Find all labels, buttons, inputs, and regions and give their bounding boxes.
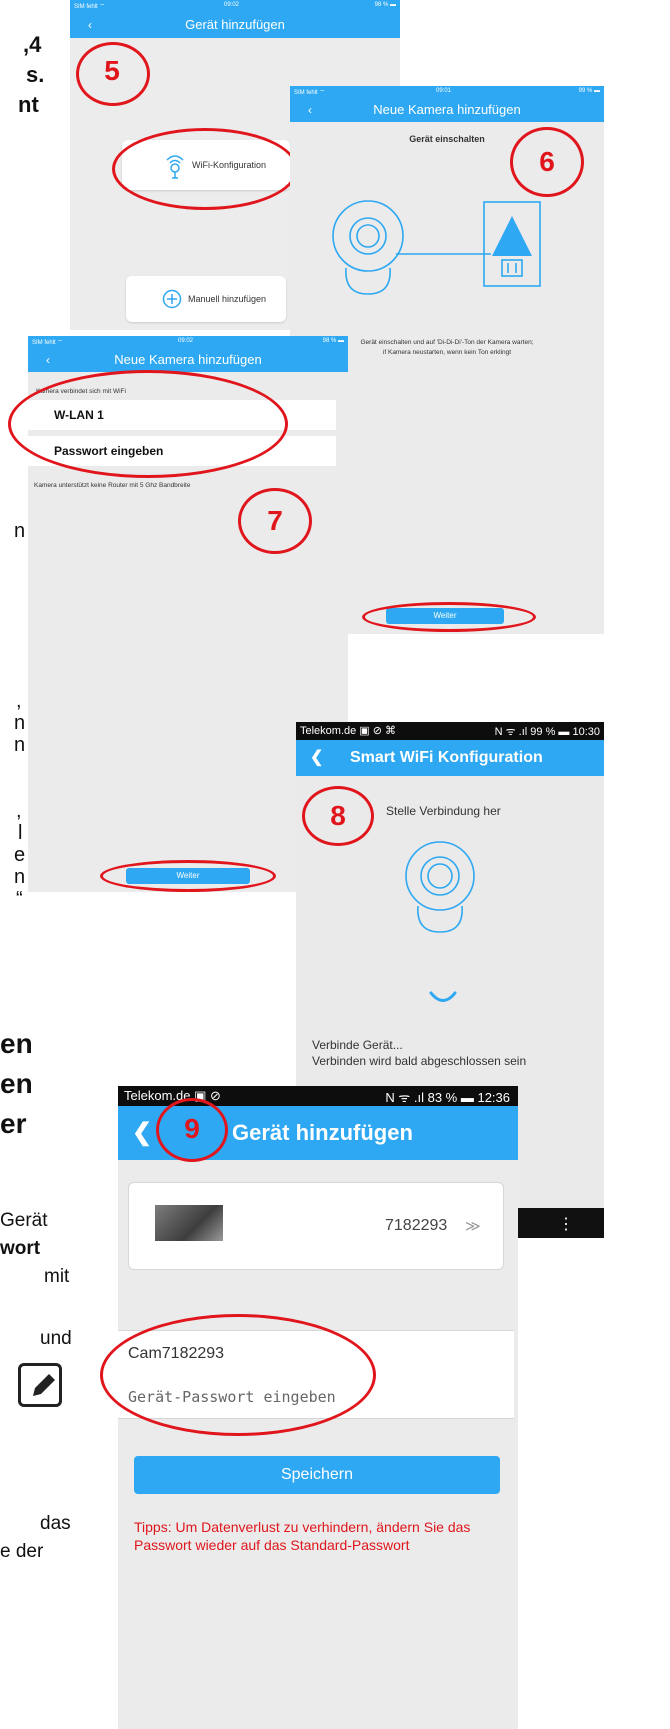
bg-text-fragment: nt	[18, 92, 39, 117]
camera-power-illustration	[332, 200, 541, 295]
status-bar: SIM fehlt ⌔ 09:02 98 % ▬	[70, 0, 400, 12]
password-placeholder: Passwort eingeben	[54, 444, 164, 458]
bg-text-fragment: en	[0, 1028, 33, 1059]
carrier-text: Telekom.de ▣ ⊘	[124, 1088, 221, 1103]
status-bar: SIM fehlt ⌔ 09:02 98 % ▬	[28, 336, 348, 348]
step-number-6: 6	[539, 146, 555, 177]
overflow-menu-icon[interactable]: ⋮	[558, 1214, 574, 1234]
section-label: Kamera verbindet sich mit WiFi	[36, 388, 126, 395]
tip-line-1: Tipps: Um Datenverlust zu verhindern, än…	[134, 1519, 471, 1535]
bg-text-fragment: Gerät	[0, 1210, 48, 1231]
page-title: Smart WiFi Konfiguration	[350, 749, 543, 766]
carrier-text: SIM fehlt ⌔	[294, 90, 325, 96]
clock-text: 09:01	[436, 88, 452, 94]
manual-add-button[interactable]: Manuell hinzufügen	[126, 276, 286, 322]
nav-bar: ‹ Neue Kamera hinzufügen	[290, 98, 604, 122]
tip-line-2: Passwort wieder auf das Standard-Passwor…	[134, 1537, 410, 1553]
bg-text-fragment: s.	[26, 62, 45, 87]
battery-text: 98 % ▬	[374, 2, 396, 8]
bg-text-fragment: l	[18, 822, 23, 844]
bg-text-fragment: ,	[16, 800, 22, 822]
wifi-config-label: WiFi-Konfiguration	[192, 160, 267, 170]
router-note: Kamera unterstützt keine Router mit 5 Gh…	[34, 482, 191, 489]
device-password-field[interactable]: Gerät-Passwort eingeben	[118, 1376, 514, 1419]
clock-text: 09:02	[224, 2, 240, 8]
clock-text: 09:02	[178, 338, 194, 344]
bg-text-fragment: n	[14, 520, 26, 542]
bg-text-fragment: “	[16, 888, 23, 910]
carrier-text: SIM fehlt ⌔	[74, 4, 105, 10]
device-name-field[interactable]: Cam7182293	[118, 1330, 514, 1378]
page-title: Gerät hinzufügen	[185, 17, 285, 32]
bg-text-fragment: ,4	[23, 32, 42, 57]
back-button[interactable]: ❮	[310, 740, 323, 776]
bg-text-fragment: ,	[16, 690, 22, 712]
carrier-text: SIM fehlt ⌔	[32, 340, 63, 346]
wifi-config-button[interactable]: WiFi-Konfiguration	[122, 140, 290, 190]
page-title: Gerät hinzufügen	[232, 1120, 413, 1145]
wifi-name-value: W-LAN 1	[54, 408, 104, 422]
status-bar: Telekom.de ▣ ⊘ N ᯤ .ıl 83 % ▬ 12:36	[118, 1086, 518, 1106]
manual-add-label: Manuell hinzufügen	[188, 294, 267, 304]
step-number-8: 8	[330, 800, 346, 831]
battery-text: 98 % ▬	[322, 338, 344, 344]
bg-text-fragment: das	[40, 1513, 71, 1534]
progress-line-1: Verbinde Gerät...	[312, 1038, 403, 1052]
connecting-label: Stelle Verbindung her	[386, 804, 501, 818]
carrier-text: Telekom.de ▣ ⊘ ⌘	[300, 725, 397, 737]
device-chevron-icon[interactable]: ≫	[465, 1217, 481, 1235]
step-number-9: 9	[184, 1113, 200, 1144]
wifi-name-field[interactable]: W-LAN 1	[28, 400, 336, 430]
status-icons: N ᯤ .ıl 83 % ▬ 12:36	[385, 1090, 510, 1105]
device-id: 7182293	[385, 1217, 448, 1234]
next-button[interactable]: Weiter	[386, 608, 504, 624]
device-card[interactable]: 7182293 ≫	[128, 1182, 504, 1270]
progress-line-2: Verbinden wird bald abgeschlossen sein	[312, 1054, 527, 1068]
bg-text-fragment: wort	[0, 1238, 41, 1259]
step-number-7: 7	[267, 505, 283, 536]
tip-text: Tipps: Um Datenverlust zu verhindern, än…	[134, 1518, 470, 1554]
camera-icon	[405, 841, 475, 933]
bg-text-fragment: n	[14, 712, 26, 734]
status-bar: SIM fehlt ⌔ 09:01 99 % ▬	[290, 86, 604, 98]
status-icons: N ᯤ .ıl 99 % ▬ 10:30	[494, 726, 600, 738]
bg-text-fragment: n	[14, 866, 26, 888]
edit-icon	[18, 1363, 62, 1407]
bg-text-fragment: e der	[0, 1541, 44, 1562]
nav-bar: ‹ Gerät hinzufügen	[70, 12, 400, 38]
password-placeholder: Gerät-Passwort eingeben	[128, 1388, 336, 1406]
back-button[interactable]: ‹	[88, 12, 92, 38]
status-bar: Telekom.de ▣ ⊘ ⌘ N ᯤ .ıl 99 % ▬ 10:30	[296, 722, 604, 740]
next-button[interactable]: Weiter	[126, 868, 250, 884]
back-button[interactable]: ‹	[46, 348, 50, 372]
page-title: Neue Kamera hinzufügen	[114, 352, 262, 367]
loading-spinner-icon	[429, 991, 457, 1002]
page-title: Neue Kamera hinzufügen	[373, 102, 521, 117]
bg-text-fragment: er	[0, 1108, 27, 1139]
bg-text-fragment: und	[40, 1328, 72, 1349]
nav-bar: ❮ Smart WiFi Konfiguration	[296, 740, 604, 776]
wifi-password-field[interactable]: Passwort eingeben	[28, 436, 336, 466]
back-button[interactable]: ‹	[308, 98, 312, 122]
add-circle-icon	[162, 289, 182, 309]
wifi-plug-icon	[166, 155, 184, 179]
screenshot-step-9: Telekom.de ▣ ⊘ N ᯤ .ıl 83 % ▬ 12:36 ❮ Ge…	[118, 1086, 518, 1729]
nav-bar: ‹ Neue Kamera hinzufügen	[28, 348, 348, 372]
bg-text-fragment: e	[14, 844, 26, 866]
device-thumbnail	[155, 1205, 223, 1241]
device-name-value: Cam7182293	[128, 1345, 225, 1362]
battery-text: 99 % ▬	[578, 88, 600, 94]
section-heading: Gerät einschalten	[409, 134, 485, 144]
back-button[interactable]: ❮	[132, 1106, 152, 1160]
save-button[interactable]: Speichern	[134, 1456, 500, 1494]
bg-text-fragment: en	[0, 1068, 33, 1099]
bg-text-fragment: n	[14, 734, 26, 756]
bg-text-fragment: mit	[44, 1266, 70, 1287]
step-number-5: 5	[104, 55, 120, 86]
